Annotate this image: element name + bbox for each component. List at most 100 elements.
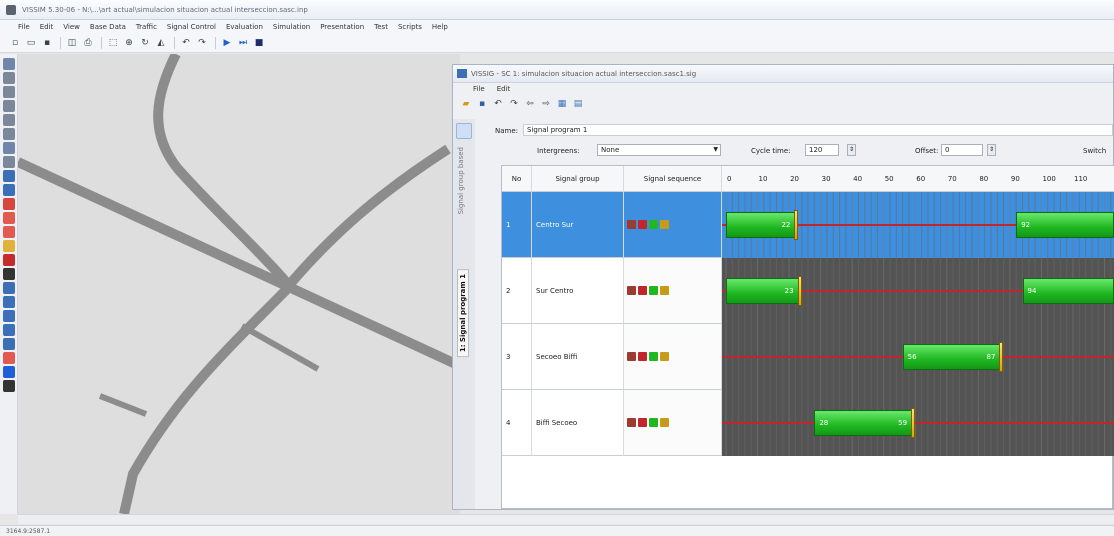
cycle-time-field[interactable]: 120 [805,144,839,156]
green-interval-bar[interactable]: 22 [726,212,796,238]
signal-sequence-cell[interactable] [624,192,722,258]
amber-interval-marker[interactable] [911,408,916,438]
amber-interval-marker[interactable] [999,342,1004,372]
name-field[interactable]: Signal program 1 [523,124,1113,136]
back-icon[interactable]: ⇦ [523,97,537,111]
signal-group-name[interactable]: Sur Centro [532,258,624,324]
queue-counter-tool-icon[interactable] [2,324,15,336]
cycle-time-stepper[interactable]: ⇕ [847,144,856,156]
parking-tool-icon[interactable] [2,156,15,168]
signal-sequence-cell[interactable] [624,390,722,456]
menu-bar: File Edit View Base Data Traffic Signal … [0,20,1114,33]
priority-tool-icon[interactable] [2,212,15,224]
sc-menu-file[interactable]: File [473,85,485,93]
view-grid-icon[interactable]: ▦ [555,97,569,111]
forward-icon[interactable]: ⇨ [539,97,553,111]
rotate-icon[interactable]: ↻ [138,36,152,50]
zoom-out-tool-icon[interactable] [2,86,15,98]
menu-presentation[interactable]: Presentation [320,23,364,31]
menu-view[interactable]: View [63,23,80,31]
conflict-tool-icon[interactable] [2,198,15,210]
undo-icon[interactable]: ↶ [491,97,505,111]
row-number[interactable]: 4 [502,390,532,456]
sc-window-title: VISSIG - SC 1: simulacion situacion actu… [471,69,697,78]
signal-sequence-cell[interactable] [624,258,722,324]
menu-base-data[interactable]: Base Data [90,23,126,31]
transit-tool-icon[interactable] [2,170,15,182]
navigator-button[interactable] [456,123,472,139]
detector-tool-icon[interactable] [2,282,15,294]
save-icon[interactable]: ▪ [475,97,489,111]
menu-edit[interactable]: Edit [40,23,54,31]
menu-signal-control[interactable]: Signal Control [167,23,216,31]
menu-traffic[interactable]: Traffic [136,23,157,31]
tab-signal-group-based[interactable]: Signal group based [457,147,465,214]
save-icon[interactable]: ▪ [40,36,54,50]
green-interval-bar[interactable]: 94 [1022,278,1114,304]
reduced-speed-tool-icon[interactable] [2,240,15,252]
view-list-icon[interactable]: ▤ [571,97,585,111]
horizontal-scrollbar[interactable] [18,514,1114,524]
signal-group-name[interactable]: Biffi Secoeo [532,390,624,456]
travel-time-tool-icon[interactable] [2,310,15,322]
measure-tool-icon[interactable] [2,142,15,154]
offset-field[interactable]: 0 [941,144,983,156]
new-icon[interactable]: ▰ [459,97,473,111]
new-icon[interactable]: ▫ [8,36,22,50]
green-interval-bar[interactable]: 28 59 [814,410,913,436]
node-tool-icon[interactable] [2,184,15,196]
amber-interval-marker[interactable] [794,210,799,240]
3d-icon[interactable]: ◭ [154,36,168,50]
selection-tool-icon[interactable] [2,100,15,112]
intergreens-select[interactable]: None ▼ [597,144,721,156]
play-icon[interactable]: ▶ [220,36,234,50]
yield-tool-icon[interactable] [2,226,15,238]
data-collection-tool-icon[interactable] [2,296,15,308]
tab-signal-program[interactable]: 1: Signal program 1 [457,269,469,358]
select-icon[interactable]: ⬚ [106,36,120,50]
warning-tool-icon[interactable] [2,352,15,364]
green-interval-bar[interactable]: 92 [1016,212,1114,238]
pt-stop-tool-icon[interactable] [2,366,15,378]
offset-stepper[interactable]: ⇕ [987,144,996,156]
row-number[interactable]: 1 [502,192,532,258]
redo-icon[interactable]: ↷ [507,97,521,111]
print-preview-icon[interactable]: ◫ [65,36,79,50]
signal-sequence-cell[interactable] [624,324,722,390]
menu-test[interactable]: Test [374,23,388,31]
step-icon[interactable]: ⏭ [236,36,250,50]
zoom-in-tool-icon[interactable] [2,72,15,84]
vehicle-input-tool-icon[interactable] [2,114,15,126]
header-no[interactable]: No [502,166,532,192]
signal-group-name[interactable]: Centro Sur [532,192,624,258]
timeline-area[interactable]: 22 92 23 94 56 87 28 59 [722,192,1114,510]
edit-tool-icon[interactable] [2,380,15,392]
header-signal-sequence[interactable]: Signal sequence [624,166,722,192]
menu-help[interactable]: Help [432,23,448,31]
signal-head-tool-icon[interactable] [2,268,15,280]
green-interval-bar[interactable]: 23 [726,278,799,304]
header-signal-group[interactable]: Signal group [532,166,624,192]
network-map[interactable] [18,54,460,514]
open-icon[interactable]: ▭ [24,36,38,50]
redo-icon[interactable]: ↷ [195,36,209,50]
link-tool-icon[interactable] [2,58,15,70]
signal-group-name[interactable]: Secoeo Biffi [532,324,624,390]
stop-icon[interactable]: ■ [252,36,266,50]
menu-evaluation[interactable]: Evaluation [226,23,263,31]
amber-interval-marker[interactable] [797,276,802,306]
switch-label: Switch [1083,147,1107,155]
zoom-icon[interactable]: ⊕ [122,36,136,50]
print-icon[interactable]: ⎙ [81,36,95,50]
undo-icon[interactable]: ↶ [179,36,193,50]
menu-simulation[interactable]: Simulation [273,23,310,31]
row-number[interactable]: 3 [502,324,532,390]
green-interval-bar[interactable]: 56 87 [902,344,1001,370]
stop-sign-tool-icon[interactable] [2,254,15,266]
menu-scripts[interactable]: Scripts [398,23,422,31]
routing-tool-icon[interactable] [2,128,15,140]
row-number[interactable]: 2 [502,258,532,324]
menu-file[interactable]: File [18,23,30,31]
sc-menu-edit[interactable]: Edit [497,85,511,93]
delay-tool-icon[interactable] [2,338,15,350]
